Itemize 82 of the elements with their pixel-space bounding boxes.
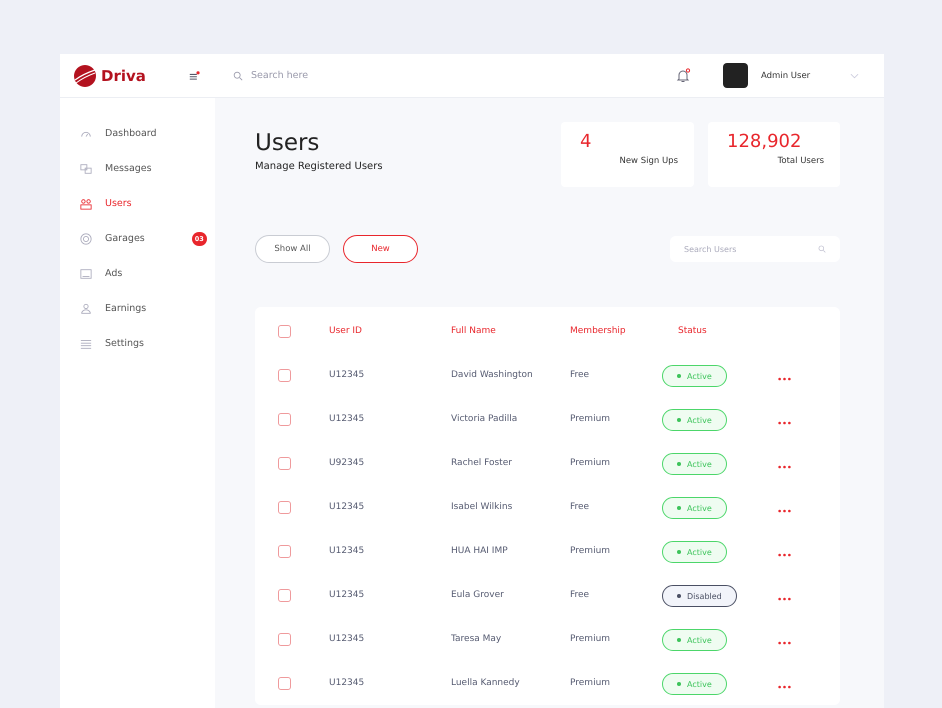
- table-cell-text: Taresa May: [451, 634, 502, 644]
- stat-label: New Sign Ups: [618, 156, 678, 166]
- table-cell-text: U12345: [329, 678, 366, 688]
- stat-value: 4: [580, 131, 592, 152]
- search-field[interactable]: Search here: [249, 69, 553, 82]
- column-header: Full Name: [451, 326, 497, 336]
- status-pill: Active: [662, 497, 727, 519]
- row-checkbox[interactable]: [278, 456, 291, 470]
- table-cell-text: Premium: [570, 458, 612, 468]
- table-cell-text: U12345: [329, 634, 366, 644]
- table-cell-text: U12345: [329, 546, 366, 556]
- more-icon[interactable]: [778, 420, 791, 424]
- more-icon[interactable]: [778, 508, 791, 512]
- row-checkbox[interactable]: [278, 632, 291, 646]
- table-cell-text: U92345: [329, 458, 366, 468]
- more-icon[interactable]: [778, 376, 791, 380]
- table-cell-text: Free: [570, 590, 590, 600]
- column-header: User ID: [329, 326, 363, 336]
- chat-icon: [80, 162, 92, 174]
- stat-label: Total Users: [776, 156, 824, 166]
- table-cell-text: Victoria Padilla: [451, 414, 518, 424]
- row-checkbox[interactable]: [278, 368, 291, 382]
- menu-icon[interactable]: [188, 70, 200, 80]
- more-icon[interactable]: [778, 684, 791, 688]
- sidebar-item[interactable]: Messages: [60, 151, 215, 186]
- select-all-checkbox[interactable]: [278, 324, 291, 338]
- search-users-field[interactable]: Search Users: [670, 236, 840, 262]
- row-checkbox[interactable]: [278, 544, 291, 558]
- users-icon: [80, 198, 92, 210]
- column-header: Membership: [570, 326, 627, 336]
- row-checkbox[interactable]: [278, 412, 291, 426]
- brand-name: Driva: [101, 66, 146, 84]
- table-cell-text: U12345: [329, 414, 366, 424]
- user-name: Admin User: [761, 70, 810, 80]
- more-icon[interactable]: [778, 464, 791, 468]
- sidebar-item[interactable]: Users: [60, 186, 215, 221]
- avatar-photo-placeholder[interactable]: [723, 63, 748, 88]
- search-icon: [233, 70, 243, 80]
- table-cell-text: U12345: [329, 502, 366, 512]
- column-header: Status: [677, 326, 708, 336]
- ads-icon: [80, 268, 92, 280]
- sidebar-item[interactable]: Ads: [60, 256, 215, 291]
- status-pill: Disabled: [662, 585, 737, 607]
- list-icon: [80, 338, 92, 350]
- status-pill: Active: [662, 629, 727, 651]
- table-cell-text: Premium: [570, 678, 612, 688]
- table-cell-text: Luella Kannedy: [451, 678, 521, 688]
- status-pill: Active: [662, 453, 727, 475]
- row-checkbox[interactable]: [278, 588, 291, 602]
- table-cell-text: HUA HAI IMP: [451, 546, 509, 556]
- table-cell-text: Premium: [570, 546, 612, 556]
- status-pill: Active: [662, 541, 727, 563]
- filter-button[interactable]: Show All: [255, 235, 330, 263]
- sidebar-item[interactable]: Settings: [60, 326, 215, 361]
- more-icon[interactable]: [778, 596, 791, 600]
- table-cell-text: Isabel Wilkins: [451, 502, 514, 512]
- bell-icon[interactable]: [675, 68, 691, 84]
- filter-button[interactable]: New: [343, 235, 418, 263]
- logo-icon: [73, 64, 97, 88]
- table-cell-text: Rachel Foster: [451, 458, 513, 468]
- page-title: Users: [255, 132, 320, 155]
- table-cell-text: David Washington: [451, 370, 534, 380]
- more-icon[interactable]: [778, 552, 791, 556]
- page-subtitle: Manage Registered Users: [255, 161, 384, 172]
- row-checkbox[interactable]: [278, 500, 291, 514]
- status-pill: Active: [662, 409, 727, 431]
- status-pill: Active: [662, 673, 727, 695]
- row-checkbox[interactable]: [278, 676, 291, 690]
- status-pill: Active: [662, 365, 727, 387]
- stat-value: 128,902: [727, 131, 802, 152]
- more-icon[interactable]: [778, 640, 791, 644]
- table-cell-text: Premium: [570, 414, 612, 424]
- target-icon: [80, 232, 92, 244]
- table-cell-text: U12345: [329, 590, 366, 600]
- table-cell-text: Free: [570, 502, 590, 512]
- table-cell-text: Premium: [570, 634, 612, 644]
- sidebar-item[interactable]: Dashboard: [60, 116, 215, 151]
- table-cell-text: Eula Grover: [451, 590, 505, 600]
- search-icon: [818, 245, 826, 253]
- sidebar-item[interactable]: Earnings: [60, 291, 215, 326]
- table-cell-text: U12345: [329, 370, 366, 380]
- table-cell-text: Free: [570, 370, 590, 380]
